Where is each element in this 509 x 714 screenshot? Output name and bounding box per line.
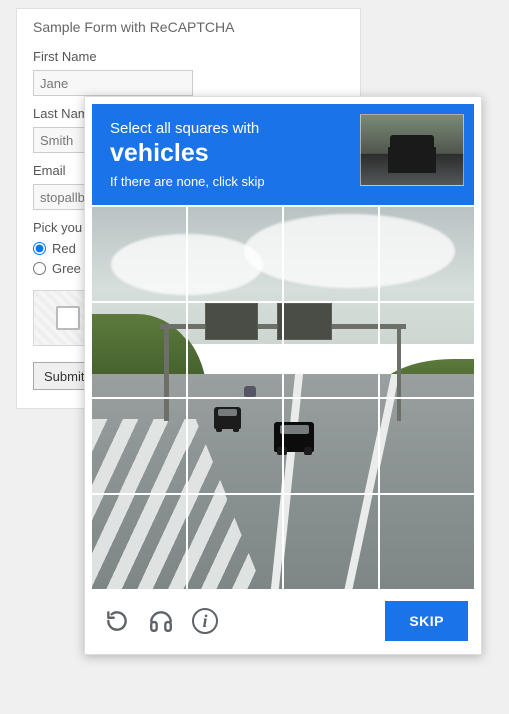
audio-icon[interactable] <box>148 608 174 634</box>
grid-tile-0-2[interactable] <box>284 207 378 301</box>
first-name-input[interactable] <box>33 70 193 96</box>
grid-tile-0-1[interactable] <box>188 207 282 301</box>
radio-red-label: Red <box>52 241 76 256</box>
grid-tile-1-0[interactable] <box>92 303 186 397</box>
grid-tile-0-0[interactable] <box>92 207 186 301</box>
grid-tile-1-3[interactable] <box>380 303 474 397</box>
first-name-label: First Name <box>33 49 344 64</box>
grid-tile-2-0[interactable] <box>92 399 186 493</box>
grid-tile-2-3[interactable] <box>380 399 474 493</box>
challenge-footer: i SKIP <box>92 589 474 647</box>
grid-tile-1-1[interactable] <box>188 303 282 397</box>
skip-button[interactable]: SKIP <box>385 601 468 641</box>
radio-green-label: Gree <box>52 261 81 276</box>
grid-tile-3-0[interactable] <box>92 495 186 589</box>
form-title: Sample Form with ReCAPTCHA <box>33 19 344 35</box>
info-icon[interactable]: i <box>192 608 218 634</box>
challenge-header: Select all squares with vehicles If ther… <box>92 104 474 205</box>
challenge-image-grid <box>92 207 474 589</box>
grid-tile-0-3[interactable] <box>380 207 474 301</box>
grid-tile-2-2[interactable] <box>284 399 378 493</box>
grid-tile-2-1[interactable] <box>188 399 282 493</box>
radio-green-input[interactable] <box>33 262 46 275</box>
grid-tile-3-3[interactable] <box>380 495 474 589</box>
grid-tile-1-2[interactable] <box>284 303 378 397</box>
recaptcha-challenge-popup: Select all squares with vehicles If ther… <box>84 96 482 655</box>
grid-tile-3-1[interactable] <box>188 495 282 589</box>
recaptcha-checkbox[interactable] <box>56 306 80 330</box>
radio-red-input[interactable] <box>33 242 46 255</box>
grid-tile-3-2[interactable] <box>284 495 378 589</box>
challenge-example-thumbnail <box>360 114 464 186</box>
reload-icon[interactable] <box>104 608 130 634</box>
challenge-footer-icons: i <box>98 608 218 634</box>
